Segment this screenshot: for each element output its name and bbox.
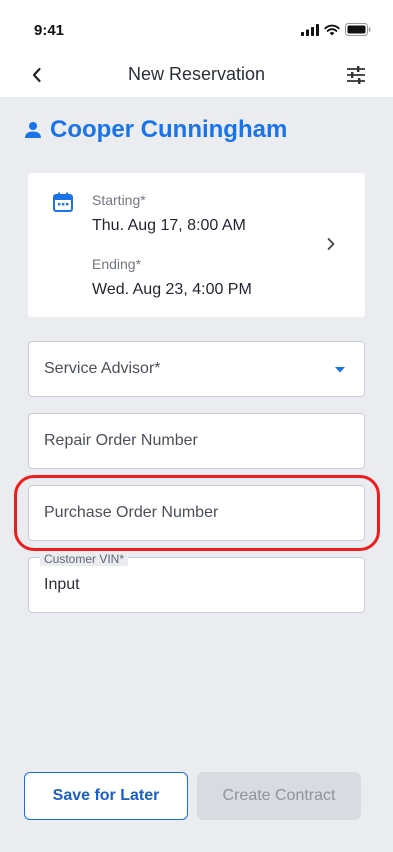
save-for-later-button[interactable]: Save for Later: [24, 772, 188, 820]
sliders-icon: [347, 66, 365, 84]
customer-vin-label: Customer VIN*: [40, 552, 129, 566]
caret-down-icon: [335, 367, 345, 373]
page-title: New Reservation: [127, 64, 266, 84]
wifi-icon: [324, 24, 340, 35]
customer-vin-input[interactable]: Customer VIN* Input: [28, 552, 365, 613]
starting-value: Thu. Aug 17, 8:00 AM: [92, 217, 246, 234]
status-icons: [301, 23, 371, 36]
ending-value: Wed. Aug 23, 4:00 PM: [92, 281, 252, 298]
customer-vin-value: Input: [44, 576, 80, 593]
service-advisor-select[interactable]: Service Advisor*: [28, 341, 365, 397]
reservation-dates-card[interactable]: Starting* Thu. Aug 17, 8:00 AM Ending* W…: [28, 173, 365, 317]
chevron-right-icon: [327, 238, 335, 250]
create-contract-button[interactable]: Create Contract: [197, 772, 361, 820]
repair-order-input[interactable]: Repair Order Number: [28, 413, 365, 469]
ending-label: Ending*: [92, 256, 142, 272]
calendar-icon: [53, 192, 73, 212]
customer-name: Cooper Cunningham: [50, 116, 288, 143]
nav-bar: New Reservation: [0, 52, 393, 97]
battery-icon: [345, 23, 371, 36]
starting-label: Starting*: [92, 192, 146, 208]
signal-icon: [301, 23, 319, 36]
service-advisor-placeholder: Service Advisor*: [44, 360, 161, 377]
status-time: 9:41: [34, 22, 65, 39]
status-bar: 9:41: [0, 0, 393, 52]
repair-order-placeholder: Repair Order Number: [44, 432, 198, 449]
customer-header: Cooper Cunningham: [24, 116, 287, 144]
purchase-order-placeholder: Purchase Order Number: [44, 504, 219, 521]
purchase-order-input[interactable]: Purchase Order Number: [28, 485, 365, 541]
person-icon: [25, 122, 41, 138]
filter-button[interactable]: [343, 62, 369, 88]
